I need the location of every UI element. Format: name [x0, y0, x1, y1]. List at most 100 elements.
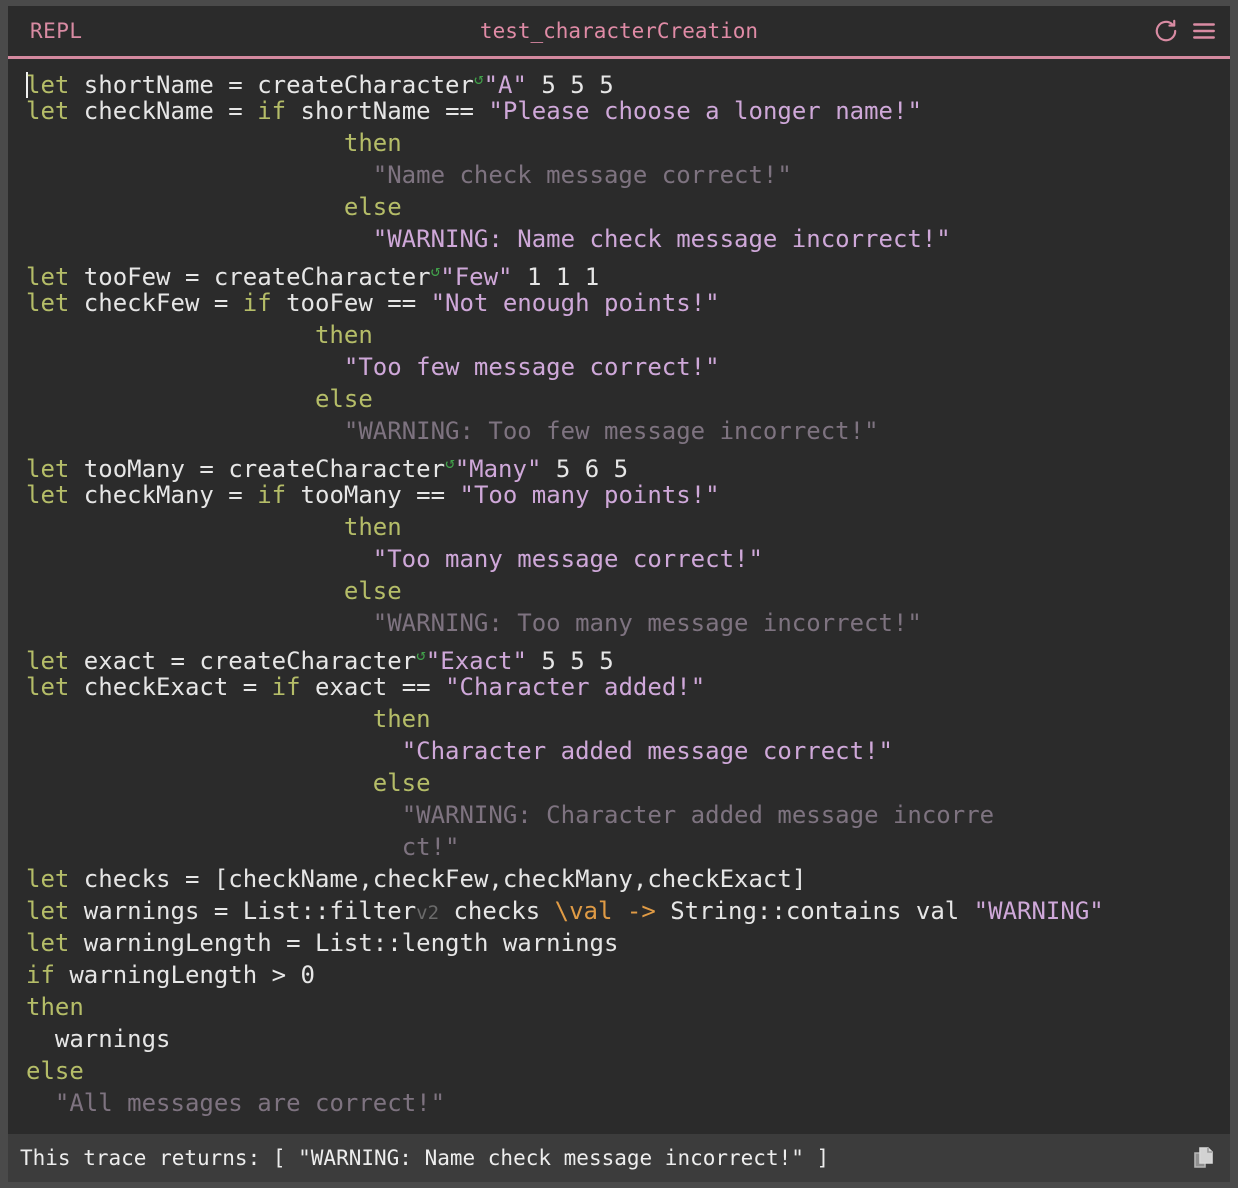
code-line[interactable]: if warningLength > 0 [26, 959, 1230, 991]
code-token: warningLength = List::length warnings [69, 929, 619, 957]
code-token: if [257, 481, 287, 509]
code-token: \val -> [554, 897, 656, 925]
refresh-icon[interactable] [1152, 17, 1180, 45]
code-token: "Not enough points!" [430, 289, 720, 317]
code-line[interactable]: let tooFew = createCharacter↺"Few" 1 1 1 [26, 255, 1230, 291]
code-token: if [242, 289, 272, 317]
code-token: checkName = [69, 97, 258, 125]
code-token: exact [300, 673, 402, 701]
code-line[interactable]: else [26, 767, 1230, 799]
code-token: "Too many points!" [459, 481, 720, 509]
code-token: checkMany = [69, 481, 258, 509]
code-line[interactable]: "WARNING: Too few message incorrect!" [26, 415, 1230, 447]
code-line[interactable]: else [26, 1055, 1230, 1087]
code-token: let [26, 929, 70, 957]
title-bar-actions [1152, 17, 1230, 45]
code-line[interactable]: else [26, 575, 1230, 607]
status-bar: This trace returns: [ "WARNING: Name che… [8, 1134, 1230, 1182]
recursion-marker-icon[interactable]: ↺ [445, 453, 455, 472]
code-line[interactable]: let exact = createCharacter↺"Exact" 5 5 … [26, 639, 1230, 675]
code-line[interactable]: let tooMany = createCharacter↺"Many" 5 6… [26, 447, 1230, 483]
code-token: else [372, 769, 431, 797]
code-token: checkExact = [69, 673, 272, 701]
code-token: "All messages are correct!" [54, 1089, 446, 1117]
hamburger-menu-icon[interactable] [1190, 17, 1218, 45]
code-line[interactable]: let warnings = List::filterv2 checks \va… [26, 895, 1230, 927]
copy-icon[interactable] [1188, 1143, 1218, 1173]
code-line[interactable]: then [26, 127, 1230, 159]
code-token: "WARNING" [973, 897, 1104, 925]
code-token: checks [439, 897, 555, 925]
code-token: "Character added message correct!" [401, 737, 893, 765]
code-line[interactable]: let checkExact = if exact == "Character … [26, 671, 1230, 703]
code-token: let [26, 289, 70, 317]
code-token: warningLength > 0 [54, 961, 315, 989]
code-token: "Too many message correct!" [372, 545, 763, 573]
code-line[interactable]: "Name check message correct!" [26, 159, 1230, 191]
code-line[interactable]: let checkMany = if tooMany == "Too many … [26, 479, 1230, 511]
code-line[interactable]: let checkFew = if tooFew == "Not enough … [26, 287, 1230, 319]
code-token: let [26, 673, 70, 701]
code-token: then [26, 993, 84, 1021]
code-token: if [26, 961, 55, 989]
code-line[interactable]: then [26, 319, 1230, 351]
code-line[interactable]: "Too many message correct!" [26, 543, 1230, 575]
recursion-marker-icon[interactable]: ↺ [431, 261, 441, 280]
code-token: let [26, 865, 70, 893]
code-token: checks = [checkName,checkFew,checkMany,c… [69, 865, 807, 893]
code-line[interactable]: else [26, 383, 1230, 415]
code-line[interactable]: then [26, 991, 1230, 1023]
code-token: then [314, 321, 373, 349]
code-token: ct!" [401, 833, 460, 861]
code-token: warnings = List::filter [69, 897, 417, 925]
code-token: then [343, 513, 402, 541]
code-token: == [445, 97, 474, 125]
code-line[interactable]: warnings [26, 1023, 1230, 1055]
code-line[interactable]: "WARNING: Character added message incorr… [26, 799, 1230, 831]
code-token: let [26, 97, 70, 125]
code-token: "Name check message correct!" [372, 161, 792, 189]
page-title: test_characterCreation [479, 19, 759, 43]
recursion-marker-icon[interactable]: ↺ [474, 69, 484, 88]
code-line[interactable]: let checks = [checkName,checkFew,checkMa… [26, 863, 1230, 895]
code-line[interactable]: let shortName = createCharacter↺"A" 5 5 … [26, 63, 1230, 99]
code-token: == [401, 673, 431, 701]
code-token: "WARNING: Too few message incorrect!" [343, 417, 879, 445]
code-line[interactable]: then [26, 511, 1230, 543]
code-token: shortName [286, 97, 446, 125]
code-line[interactable]: "All messages are correct!" [26, 1087, 1230, 1119]
code-line[interactable]: "WARNING: Name check message incorrect!" [26, 223, 1230, 255]
code-line[interactable]: "Too few message correct!" [26, 351, 1230, 383]
code-line[interactable]: then [26, 703, 1230, 735]
title-bar: REPL test_characterCreation [8, 6, 1230, 56]
code-token: else [343, 193, 402, 221]
code-line[interactable]: ct!" [26, 831, 1230, 863]
code-token: if [271, 673, 301, 701]
recursion-marker-icon[interactable]: ↺ [416, 645, 426, 664]
code-line[interactable]: let warningLength = List::length warning… [26, 927, 1230, 959]
code-token: "Too few message correct!" [343, 353, 720, 381]
code-line[interactable]: "Character added message correct!" [26, 735, 1230, 767]
code-token: "Character added!" [445, 673, 706, 701]
trace-result-text: This trace returns: [ "WARNING: Name che… [20, 1146, 830, 1170]
code-content[interactable]: let shortName = createCharacter↺"A" 5 5 … [8, 63, 1230, 1119]
code-editor[interactable]: let shortName = createCharacter↺"A" 5 5 … [8, 59, 1230, 1134]
code-line[interactable]: else [26, 191, 1230, 223]
code-line[interactable]: "WARNING: Too many message incorrect!" [26, 607, 1230, 639]
code-line[interactable]: let checkName = if shortName == "Please … [26, 95, 1230, 127]
repl-label: REPL [30, 19, 83, 43]
